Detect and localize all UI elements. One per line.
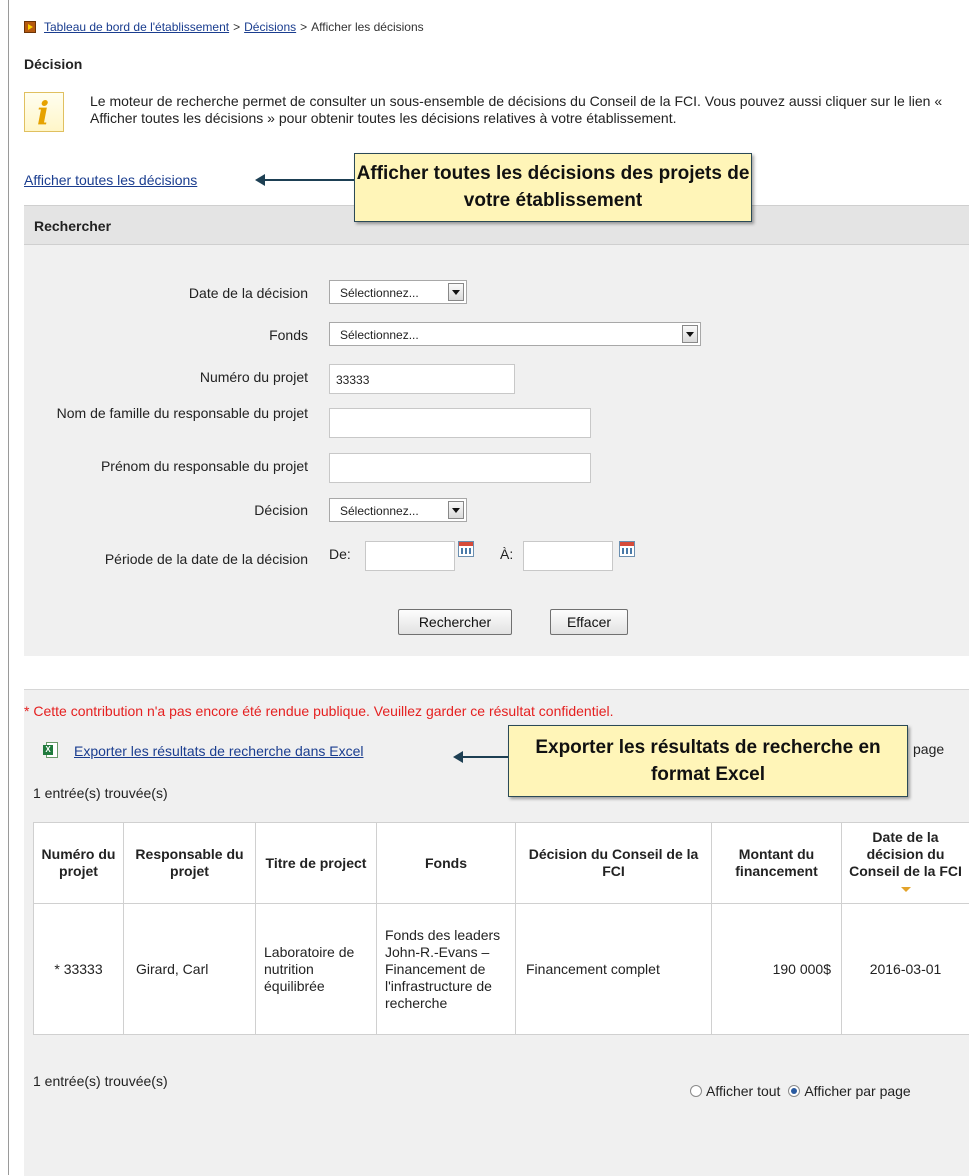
result-count: 1 entrée(s) trouvée(s) [33, 785, 168, 801]
display-options: Afficher tout Afficher par page [690, 1082, 915, 1099]
cell-decision: Financement complet [516, 904, 712, 1035]
decision-date-label: Date de la décision [24, 285, 308, 302]
last-name-input[interactable] [329, 408, 591, 438]
breadcrumb-separator: > [233, 20, 240, 34]
export-excel-link[interactable]: Exporter les résultats de recherche dans… [74, 743, 363, 759]
decision-date-select-value: Sélectionnez... [340, 286, 419, 300]
cell-title: Laboratoire de nutrition équilibrée [256, 904, 377, 1035]
excel-icon[interactable]: X [43, 742, 59, 760]
fund-select-value: Sélectionnez... [340, 328, 419, 342]
first-name-label: Prénom du responsable du projet [24, 458, 308, 475]
sort-desc-icon [901, 887, 911, 892]
period-from-input[interactable] [365, 541, 455, 571]
page-title: Décision [24, 56, 82, 72]
calendar-icon[interactable] [458, 541, 474, 557]
cell-date: 2016-03-01 [842, 904, 969, 1035]
decision-select[interactable]: Sélectionnez... [329, 498, 467, 522]
show-all-callout: Afficher toutes les décisions des projet… [354, 153, 752, 222]
decision-label: Décision [24, 502, 308, 519]
last-name-label: Nom de famille du responsable du projet [54, 405, 308, 422]
column-header-date-label: Date de la décision du Conseil de la FCI [849, 829, 962, 879]
breadcrumb-separator: > [300, 20, 307, 34]
callout-arrow [264, 179, 354, 181]
column-header-date[interactable]: Date de la décision du Conseil de la FCI [842, 823, 969, 904]
table-header-row: Numéro du projet Responsable du projet T… [34, 823, 969, 904]
column-header-amount[interactable]: Montant du financement [712, 823, 842, 904]
breadcrumb-decisions-link[interactable]: Décisions [244, 20, 296, 34]
show-all-decisions-link[interactable]: Afficher toutes les décisions [24, 172, 197, 188]
per-page-radio[interactable] [788, 1085, 800, 1097]
column-header-fund[interactable]: Fonds [377, 823, 516, 904]
cell-fund: Fonds des leaders John-R.-Evans – Financ… [377, 904, 516, 1035]
breadcrumb: Tableau de bord de l'établissement > Déc… [24, 20, 424, 34]
fund-label: Fonds [24, 327, 308, 344]
column-header-project-number[interactable]: Numéro du projet [34, 823, 124, 904]
result-count-bottom: 1 entrée(s) trouvée(s) [33, 1073, 168, 1089]
breadcrumb-dashboard-link[interactable]: Tableau de bord de l'établissement [44, 20, 229, 34]
calendar-icon[interactable] [619, 541, 635, 557]
search-button[interactable]: Rechercher [398, 609, 512, 635]
left-frame-border [8, 0, 9, 1175]
breadcrumb-current: Afficher les décisions [311, 20, 424, 34]
cell-project-number[interactable]: * 33333 [34, 904, 124, 1035]
chevron-down-icon [448, 501, 464, 519]
column-header-leader[interactable]: Responsable du projet [124, 823, 256, 904]
results-table: Numéro du projet Responsable du projet T… [33, 822, 969, 1035]
cell-leader: Girard, Carl [124, 904, 256, 1035]
period-from-label: De: [329, 546, 351, 563]
cell-amount: 190 000$ [712, 904, 842, 1035]
first-name-input[interactable] [329, 453, 591, 483]
search-panel-title: Rechercher [34, 218, 111, 234]
decision-date-select[interactable]: Sélectionnez... [329, 280, 467, 304]
page-label: page [913, 741, 944, 757]
per-page-radio-label: Afficher par page [804, 1083, 910, 1099]
show-all-radio[interactable] [690, 1085, 702, 1097]
info-text: Le moteur de recherche permet de consult… [90, 93, 952, 127]
export-callout: Exporter les résultats de recherche en f… [508, 725, 908, 797]
project-number-input-value: 33333 [336, 373, 369, 387]
period-to-label: À: [500, 546, 513, 563]
period-to-input[interactable] [523, 541, 613, 571]
chevron-down-icon [682, 325, 698, 343]
column-header-decision[interactable]: Décision du Conseil de la FCI [516, 823, 712, 904]
column-header-title[interactable]: Titre de project [256, 823, 377, 904]
project-number-label: Numéro du projet [24, 369, 308, 386]
search-panel: Rechercher Date de la décision Sélection… [24, 205, 969, 656]
breadcrumb-arrow-icon [24, 21, 36, 33]
callout-arrow [462, 756, 508, 758]
confidential-note: * Cette contribution n'a pas encore été … [24, 703, 614, 719]
table-row: * 33333 Girard, Carl Laboratoire de nutr… [34, 904, 969, 1035]
decision-select-value: Sélectionnez... [340, 504, 419, 518]
clear-button[interactable]: Effacer [550, 609, 628, 635]
fund-select[interactable]: Sélectionnez... [329, 322, 701, 346]
show-all-radio-label: Afficher tout [706, 1083, 780, 1099]
project-number-input[interactable]: 33333 [329, 364, 515, 394]
chevron-down-icon [448, 283, 464, 301]
period-label: Période de la date de la décision [24, 551, 308, 568]
info-icon: i [24, 92, 64, 132]
